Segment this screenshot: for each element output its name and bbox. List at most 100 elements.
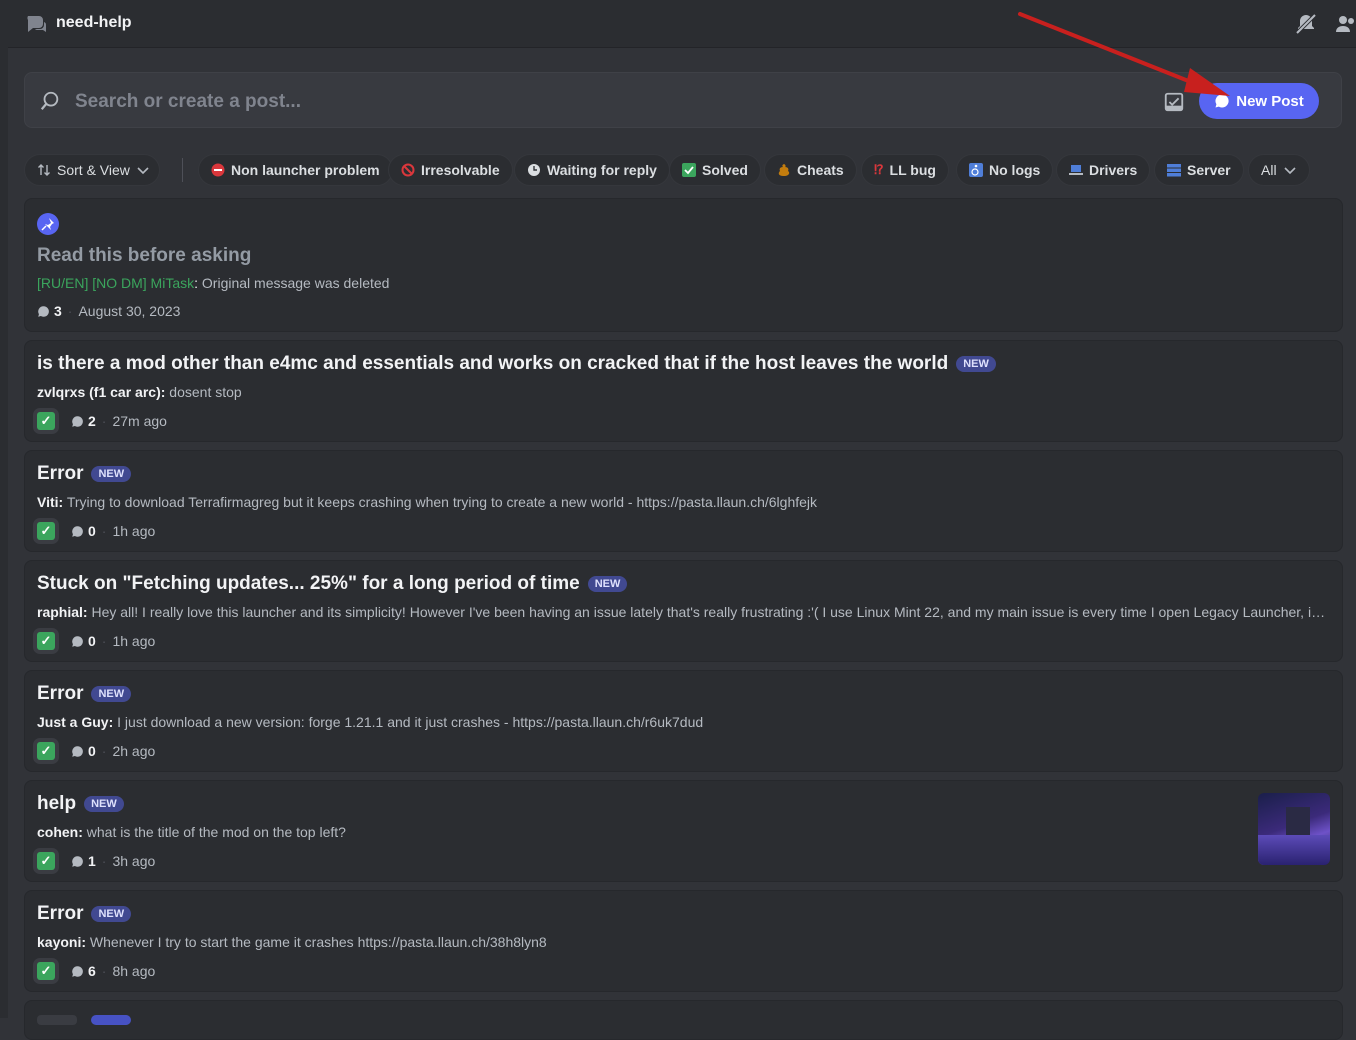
tag-label: Drivers — [1089, 162, 1138, 178]
clock-icon — [528, 164, 540, 176]
forum-main: New Post Sort & View Non launcher proble… — [8, 48, 1356, 1040]
thumbnail-ground — [1258, 835, 1330, 865]
separator-dot: · — [101, 743, 107, 759]
post-title-text: Stuck on "Fetching updates... 25%" for a… — [37, 573, 580, 594]
post-card[interactable]: Error NEW Viti: Trying to download Terra… — [24, 450, 1343, 552]
solved-tag-icon: ✓ — [37, 742, 55, 760]
chat-bubble-icon — [72, 965, 83, 977]
post-author: Viti: — [37, 494, 64, 510]
tag-drivers[interactable]: Drivers — [1056, 154, 1151, 186]
new-badge: NEW — [91, 686, 132, 702]
chat-bubble-icon — [72, 855, 83, 867]
tag-ll-bug[interactable]: ⁉ LL bug — [861, 154, 949, 186]
tag-non-launcher-problem[interactable]: Non launcher problem — [198, 154, 393, 186]
separator-dot: · — [101, 413, 107, 429]
reply-count-value: 3 — [54, 303, 62, 319]
post-time: 3h ago — [112, 853, 156, 869]
members-icon[interactable] — [1334, 12, 1356, 36]
post-title-text: help — [37, 793, 77, 814]
post-time: August 30, 2023 — [78, 303, 181, 319]
post-card[interactable]: Error NEW kayoni: Whenever I try to star… — [24, 890, 1343, 992]
post-meta: 3 · August 30, 2023 — [37, 301, 180, 321]
tag-no-logs[interactable]: No logs — [956, 154, 1054, 186]
tag-label: All — [1261, 162, 1277, 178]
wheelchair-icon — [969, 163, 983, 177]
notifications-muted-icon[interactable] — [1294, 12, 1318, 36]
post-author: cohen: — [37, 824, 83, 840]
post-preview: zvlqrxs (f1 car arc): dosent stop — [37, 384, 1327, 400]
left-edge — [0, 0, 8, 1018]
new-post-button[interactable]: New Post — [1199, 83, 1319, 119]
tag-all-dropdown[interactable]: All — [1248, 154, 1310, 186]
post-meta: ✓ 0 · 1h ago — [37, 631, 155, 651]
tag-server[interactable]: Server — [1154, 154, 1244, 186]
separator-dot: · — [101, 523, 107, 539]
check-icon — [682, 163, 696, 177]
post-preview: [RU/EN] [NO DM] MiTask: Original message… — [37, 275, 390, 291]
reply-count-value: 0 — [88, 743, 96, 759]
post-guidelines-icon[interactable] — [1163, 91, 1185, 113]
post-title: is there a mod other than e4mc and essen… — [37, 353, 996, 375]
separator-dot: · — [67, 303, 73, 319]
reply-count-value: 2 — [88, 413, 96, 429]
tag-filter-bar: Sort & View Non launcher problem Irresol… — [24, 154, 1344, 186]
tag-label: LL bug — [889, 162, 936, 178]
new-post-label: New Post — [1236, 92, 1304, 110]
tag-irresolvable[interactable]: Irresolvable — [388, 154, 513, 186]
post-time: 8h ago — [112, 963, 156, 979]
sort-and-view-button[interactable]: Sort & View — [24, 154, 160, 186]
channel-title: need-help — [56, 14, 132, 31]
post-card[interactable]: Stuck on "Fetching updates... 25%" for a… — [24, 560, 1343, 662]
tag-waiting-for-reply[interactable]: Waiting for reply — [514, 154, 670, 186]
post-title: help NEW — [37, 793, 124, 815]
post-card[interactable]: Error NEW Just a Guy: I just download a … — [24, 670, 1343, 772]
post-card[interactable]: help NEW cohen: what is the title of the… — [24, 780, 1343, 882]
post-preview: kayoni: Whenever I try to start the game… — [37, 934, 1327, 950]
reply-count-value: 1 — [88, 853, 96, 869]
post-card-pinned[interactable]: Read this before asking [RU/EN] [NO DM] … — [24, 198, 1343, 332]
post-thumbnail-image[interactable] — [1258, 793, 1330, 865]
tag-label: No logs — [989, 162, 1041, 178]
post-card[interactable]: is there a mod other than e4mc and essen… — [24, 340, 1343, 442]
reply-count-value: 6 — [88, 963, 96, 979]
post-message: what is the title of the mod on the top … — [86, 824, 346, 840]
post-message: Whenever I try to start the game it cras… — [89, 934, 547, 950]
post-title: Error NEW — [37, 903, 132, 925]
post-time: 1h ago — [112, 523, 156, 539]
tag-solved[interactable]: Solved — [669, 154, 761, 186]
search-input[interactable] — [73, 87, 1137, 117]
pin-icon — [37, 213, 59, 235]
solved-tag-icon: ✓ — [37, 962, 55, 980]
separator-dot: · — [101, 633, 107, 649]
reply-count: 0 — [71, 633, 96, 649]
chat-bubble-icon — [72, 415, 83, 427]
post-message: I just download a new version: forge 1.2… — [117, 714, 704, 730]
reply-count: 3 — [37, 303, 62, 319]
tag-label: Cheats — [797, 162, 844, 178]
post-preview: Viti: Trying to download Terrafirmagreg … — [37, 494, 1327, 510]
post-card-partial[interactable] — [24, 1000, 1343, 1040]
post-message: Trying to download Terrafirmagreg but it… — [66, 494, 818, 510]
laptop-icon — [1069, 165, 1083, 175]
sort-icon — [38, 164, 50, 176]
new-badge: NEW — [84, 796, 124, 812]
post-preview: cohen: what is the title of the mod on t… — [37, 824, 1237, 840]
new-badge: NEW — [956, 356, 996, 372]
tag-label: Non launcher problem — [231, 162, 380, 178]
tag-cheats[interactable]: Cheats — [764, 154, 857, 186]
post-title-text: is there a mod other than e4mc and essen… — [37, 353, 949, 374]
reply-count: 1 — [71, 853, 96, 869]
tag-label: Waiting for reply — [547, 162, 657, 178]
post-title: Read this before asking — [37, 245, 251, 267]
post-author: raphial: — [37, 604, 88, 620]
post-title-text: Error — [37, 463, 84, 484]
search-bar: New Post — [24, 72, 1342, 128]
post-title-text: Error — [37, 683, 84, 704]
post-message: dosent stop — [169, 384, 242, 400]
post-author: kayoni: — [37, 934, 87, 950]
post-meta: ✓ 6 · 8h ago — [37, 961, 155, 981]
post-author: zvlqrxs (f1 car arc): — [37, 384, 166, 400]
tag-label: Server — [1187, 162, 1231, 178]
post-title: Error NEW — [37, 463, 132, 485]
chat-bubble-icon — [38, 305, 49, 317]
